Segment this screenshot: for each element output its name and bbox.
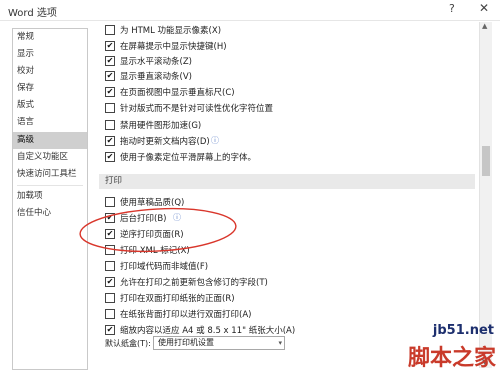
sidebar-item-general[interactable]: 常规	[13, 29, 87, 46]
options-sidebar: 常规 显示 校对 保存 版式 语言 高级 自定义功能区 快速访问工具栏 加载项 …	[12, 28, 88, 370]
option-label: 使用子像素定位平滑屏幕上的字体。	[120, 153, 257, 163]
annotation-ellipse-shape	[79, 207, 237, 253]
paper-tray-value: 使用打印机设置	[158, 338, 214, 347]
watermark-text: 脚本之家	[407, 346, 496, 371]
checkbox[interactable]	[105, 261, 115, 271]
checkbox[interactable]: ✔	[105, 71, 115, 81]
sidebar-item-save[interactable]: 保存	[13, 80, 87, 97]
option-label: 针对版式而不是针对可读性优化字符位置	[120, 104, 274, 114]
chevron-down-icon: ▾	[278, 339, 282, 347]
option-label: 显示水平滚动条(Z)	[120, 57, 192, 67]
checkbox[interactable]	[105, 120, 115, 130]
vertical-scrollbar[interactable]: ▲ ▼	[479, 22, 492, 368]
option-label: 打印在双面打印纸张的正面(R)	[120, 294, 235, 304]
annotation-ellipse	[79, 207, 237, 253]
checkbox[interactable]	[105, 293, 115, 303]
help-button[interactable]: ?	[449, 2, 455, 15]
checkbox[interactable]	[105, 309, 115, 319]
print-section-header: 打印	[99, 174, 475, 189]
paper-tray-select[interactable]: 使用打印机设置 ▾	[153, 336, 285, 350]
checkbox[interactable]: ✔	[105, 56, 115, 66]
option-label: 在屏幕提示中显示快捷键(H)	[120, 42, 227, 52]
sidebar-item-quick-access-toolbar[interactable]: 快速访问工具栏	[13, 166, 87, 183]
sidebar-item-trust-center[interactable]: 信任中心	[13, 205, 87, 222]
option-label: 禁用硬件图形加速(G)	[120, 121, 202, 131]
advanced-options-panel: 为 HTML 功能显示像素(X) ✔ 在屏幕提示中显示快捷键(H) ✔ 显示水平…	[97, 22, 475, 362]
word-options-dialog: Word 选项 ? ✕ 常规 显示 校对 保存 版式 语言 高级 自定义功能区 …	[0, 0, 500, 377]
option-label: 允许在打印之前更新包含修订的字段(T)	[120, 278, 268, 288]
option-label: 为 HTML 功能显示像素(X)	[120, 26, 222, 36]
option-label: 显示垂直滚动条(V)	[120, 72, 192, 82]
option-label: 打印域代码而非域值(F)	[120, 262, 209, 272]
option-label: 拖动时更新文档内容(D)	[120, 137, 210, 147]
sidebar-divider	[17, 184, 83, 186]
sidebar-item-advanced[interactable]: 高级	[13, 131, 87, 149]
sidebar-item-customize-ribbon[interactable]: 自定义功能区	[13, 149, 87, 166]
option-label: 在纸张背面打印以进行双面打印(A)	[120, 310, 252, 320]
sidebar-item-language[interactable]: 语言	[13, 114, 87, 131]
sidebar-item-proofing[interactable]: 校对	[13, 63, 87, 80]
option-label: 在页面视图中显示垂直标尺(C)	[120, 88, 235, 98]
checkbox[interactable]: ✔	[105, 152, 115, 162]
info-icon: ⓘ	[211, 136, 219, 145]
scroll-thumb[interactable]	[482, 146, 490, 176]
dialog-title: Word 选项	[8, 8, 57, 19]
option-label: 缩放内容以适应 A4 或 8.5 x 11" 纸张大小(A)	[120, 326, 296, 336]
sidebar-item-add-ins[interactable]: 加载项	[13, 188, 87, 205]
watermark-url: jb51.net	[432, 323, 494, 338]
checkbox[interactable]: ✔	[105, 41, 115, 51]
checkbox[interactable]: ✔	[105, 87, 115, 97]
checkbox[interactable]: ✔	[105, 325, 115, 335]
watermark: jb51.net 脚本之家	[392, 323, 500, 377]
checkbox[interactable]	[105, 25, 115, 35]
sidebar-item-typography[interactable]: 版式	[13, 97, 87, 114]
checkbox[interactable]: ✔	[105, 136, 115, 146]
scroll-up-icon[interactable]: ▲	[482, 22, 487, 30]
checkbox[interactable]: ✔	[105, 277, 115, 287]
sidebar-item-display[interactable]: 显示	[13, 46, 87, 63]
paper-tray-label: 默认纸盒(T):	[105, 339, 151, 348]
close-button[interactable]: ✕	[479, 1, 489, 15]
title-bar: Word 选项 ? ✕	[0, 0, 500, 21]
checkbox[interactable]	[105, 103, 115, 113]
